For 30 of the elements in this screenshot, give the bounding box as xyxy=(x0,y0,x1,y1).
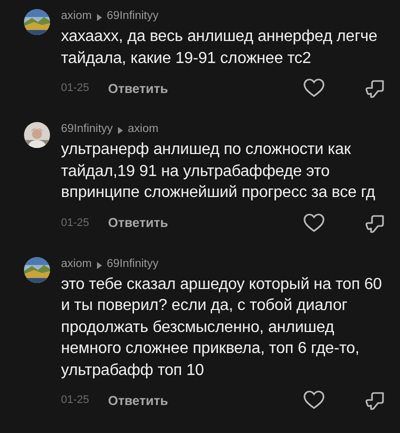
like-button[interactable] xyxy=(303,212,325,232)
like-button[interactable] xyxy=(303,78,325,98)
username[interactable]: 69Infinityy xyxy=(106,10,158,22)
thumbs-down-icon xyxy=(365,212,385,232)
username[interactable]: axiom xyxy=(128,123,158,135)
username[interactable]: axiom xyxy=(61,258,92,270)
reply-arrow-icon xyxy=(96,262,102,268)
heart-icon xyxy=(303,78,325,98)
heart-icon xyxy=(303,390,325,410)
reply-arrow-icon xyxy=(118,127,123,134)
reply-button[interactable]: Ответить xyxy=(108,215,168,230)
like-button[interactable] xyxy=(303,390,325,410)
reply-button[interactable]: Ответить xyxy=(108,392,168,408)
dislike-button[interactable] xyxy=(365,212,385,232)
username[interactable]: axiom xyxy=(61,10,92,22)
dislike-button[interactable] xyxy=(365,390,385,410)
username[interactable]: 69Infinityy xyxy=(106,258,158,270)
comment-date: 01-25 xyxy=(61,394,90,406)
thumbs-down-icon xyxy=(365,390,385,410)
comment-text: ультранерф анлишед по сложности как тайдал,19 91 на ультрабаффеде это впринципе сложнейший прогресс за все гд xyxy=(61,140,376,203)
heart-icon xyxy=(303,212,325,232)
reply-arrow-icon xyxy=(96,14,102,21)
comment-date: 01-25 xyxy=(61,216,90,228)
thumbs-down-icon xyxy=(365,78,385,98)
comment-text: это тебе сказал аршедоу который на топ 60 и ты поверил? если да, с тобой диалог продолжать безсмысленно, анлишед немного сложнее приквела, топ 6 где-то, ультрабафф топ 10 xyxy=(61,274,383,380)
reply-button[interactable]: Ответить xyxy=(108,80,168,96)
dislike-button[interactable] xyxy=(365,78,385,98)
comment-text: хахаахх, да весь анлишед аннерфед легче тайдала, какие 19-91 сложнее тс2 xyxy=(61,27,378,68)
username[interactable]: 69Infinityy xyxy=(61,123,113,135)
comment-date: 01-25 xyxy=(61,82,90,94)
